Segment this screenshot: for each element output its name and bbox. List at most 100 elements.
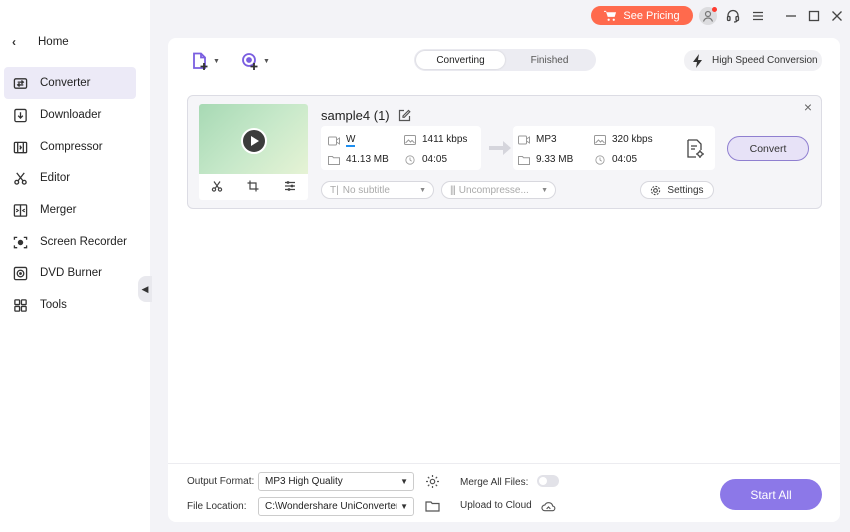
output-format-select[interactable]: MP3 High Quality ▼: [258, 472, 414, 491]
cloud-icon: [541, 502, 556, 512]
cart-icon: [604, 10, 617, 21]
minimize-button[interactable]: [782, 7, 800, 25]
remove-file-button[interactable]: ×: [802, 99, 814, 115]
settings-label: Settings: [667, 184, 704, 196]
crop-icon: [247, 180, 259, 191]
add-from-device-button[interactable]: ▼: [240, 50, 276, 72]
support-button[interactable]: [724, 7, 742, 25]
add-file-icon: [193, 52, 208, 70]
add-media-icon: [242, 53, 258, 70]
converter-icon: [12, 75, 28, 91]
sidebar-item-label: Compressor: [40, 141, 103, 153]
chevron-down-icon: ▼: [213, 57, 220, 65]
chevron-down-icon: ▼: [400, 502, 408, 511]
sidebar-item-downloader[interactable]: Downloader: [4, 99, 136, 131]
headset-icon: [726, 9, 740, 23]
folder-icon: [425, 501, 440, 512]
file-location-select[interactable]: C:\Wondershare UniConverter 1 ▼: [258, 497, 414, 516]
source-duration-text: 04:05: [422, 154, 448, 165]
image-icon: [594, 134, 606, 145]
sidebar-item-dvd-burner[interactable]: DVD Burner: [4, 257, 136, 289]
source-size: 41.13 MB: [328, 154, 389, 165]
sidebar-item-label: Tools: [40, 299, 67, 311]
conversion-tabs: Converting Finished: [414, 49, 596, 71]
home-link[interactable]: ‹ Home: [12, 34, 69, 50]
output-format-value: MP3 High Quality: [265, 476, 343, 487]
close-icon: ×: [803, 99, 813, 115]
subtitle-placeholder: No subtitle: [342, 184, 390, 196]
convert-button[interactable]: Convert: [727, 136, 809, 161]
audio-wave-icon: |||: [450, 184, 456, 196]
open-folder-button[interactable]: [425, 499, 441, 515]
editor-icon: [12, 170, 28, 186]
target-format: MP3: [518, 134, 557, 145]
source-bitrate: 1411 kbps: [404, 134, 467, 145]
audio-placeholder: Uncompresse...: [458, 184, 529, 196]
file-name: sample4 (1): [321, 108, 411, 123]
high-speed-conversion-button[interactable]: High Speed Conversion: [684, 50, 822, 71]
close-window-button[interactable]: [828, 7, 846, 25]
target-duration: 04:05: [594, 154, 637, 165]
sliders-icon: [284, 180, 295, 191]
target-duration-text: 04:05: [612, 154, 638, 165]
scissors-icon: [211, 180, 223, 192]
file-name-text: sample4 (1): [321, 108, 390, 123]
gear-icon: [426, 475, 439, 488]
lightning-icon: [693, 53, 702, 68]
settings-button[interactable]: Settings: [640, 181, 714, 199]
sidebar-item-label: Editor: [40, 172, 71, 184]
upload-to-cloud-button[interactable]: [541, 499, 557, 515]
maximize-button[interactable]: [805, 7, 823, 25]
see-pricing-label: See Pricing: [623, 9, 680, 22]
source-format: W: [328, 134, 356, 147]
folder-icon: [518, 155, 530, 165]
screen-recorder-icon: [12, 234, 28, 250]
menu-button[interactable]: [749, 7, 767, 25]
chevron-left-icon: ‹: [12, 35, 16, 49]
sidebar-collapse-button[interactable]: ◀: [138, 276, 152, 302]
see-pricing-button[interactable]: See Pricing: [591, 6, 693, 25]
text-icon: T|: [330, 184, 339, 196]
sidebar-item-label: Screen Recorder: [40, 236, 127, 248]
tools-icon: [12, 297, 28, 313]
audio-track-dropdown[interactable]: ||| Uncompresse... ▼: [441, 181, 556, 199]
sidebar-item-converter[interactable]: Converter: [4, 67, 136, 99]
sidebar-item-label: Converter: [40, 77, 91, 89]
crop-button[interactable]: [247, 180, 259, 195]
hamburger-icon: [753, 11, 763, 21]
sidebar-item-merger[interactable]: Merger: [4, 194, 136, 226]
video-format-icon: [518, 135, 530, 144]
play-button[interactable]: [241, 128, 267, 154]
output-settings-button[interactable]: [684, 138, 706, 160]
tab-converting[interactable]: Converting: [416, 51, 505, 69]
sidebar-item-compressor[interactable]: Compressor: [4, 131, 136, 163]
sidebar-item-editor[interactable]: Editor: [4, 162, 136, 194]
high-speed-label: High Speed Conversion: [712, 55, 818, 66]
edit-icon[interactable]: [398, 109, 411, 122]
sidebar-item-label: Downloader: [40, 109, 102, 121]
folder-icon: [328, 155, 340, 165]
source-format-text: W: [346, 134, 356, 147]
file-location-value: C:\Wondershare UniConverter 1: [265, 501, 397, 512]
merge-all-toggle[interactable]: [537, 475, 559, 487]
dvd-burner-icon: [12, 265, 28, 281]
add-files-button[interactable]: ▼: [190, 50, 226, 72]
chevron-down-icon: ▼: [419, 186, 426, 194]
minimize-icon: [786, 15, 796, 17]
target-bitrate: 320 kbps: [594, 134, 653, 145]
format-settings-button[interactable]: [425, 474, 441, 490]
target-size: 9.33 MB: [518, 154, 573, 165]
sidebar-item-screen-recorder[interactable]: Screen Recorder: [4, 226, 136, 258]
downloader-icon: [12, 107, 28, 123]
trim-button[interactable]: [211, 180, 223, 195]
effects-button[interactable]: [284, 180, 296, 195]
image-icon: [404, 134, 416, 145]
subtitle-dropdown[interactable]: T| No subtitle ▼: [321, 181, 434, 199]
sidebar-item-tools[interactable]: Tools: [4, 289, 136, 321]
tab-finished[interactable]: Finished: [505, 51, 594, 69]
notification-dot: [712, 7, 717, 12]
merger-icon: [12, 202, 28, 218]
target-size-text: 9.33 MB: [536, 154, 574, 165]
sidebar-item-label: Merger: [40, 204, 77, 216]
start-all-button[interactable]: Start All: [720, 479, 822, 510]
